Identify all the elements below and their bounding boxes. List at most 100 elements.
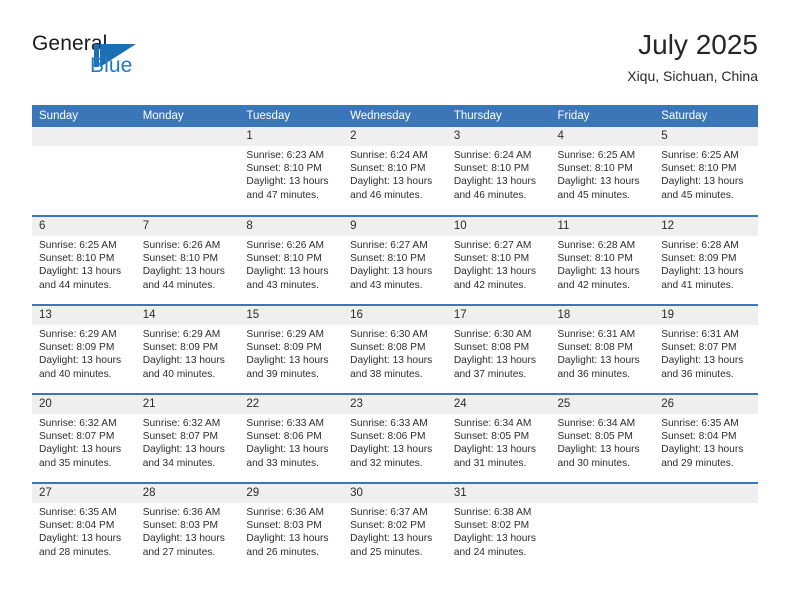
day-cell-inner: 9 Sunrise: 6:27 AM Sunset: 8:10 PM Daylight… — [343, 217, 447, 304]
day-cell-inner: 22 Sunrise: 6:33 AM Sunset: 8:06 PM Dayligh… — [239, 395, 344, 482]
sunset-text: Sunset: 8:07 PM — [142, 431, 219, 443]
calendar-day-cell[interactable]: 8 Sunrise: 6:26 AM Sunset: 8:10 PM Daylight… — [239, 215, 344, 305]
day-details: Sunrise: 6:26 AM Sunset: 8:10 PM Daylight:… — [136, 236, 240, 292]
daylight-text-line2: and 37 minutes. — [453, 368, 527, 380]
calendar-day-cell[interactable]: 10 Sunrise: 6:27 AM Sunset: 8:10 PM Dayligh… — [446, 215, 551, 305]
calendar-day-cell[interactable]: 20 Sunrise: 6:32 AM Sunset: 8:07 PM Dayligh… — [32, 393, 136, 483]
sunrise-text: Sunrise: 6:30 AM — [350, 329, 428, 340]
day-details: Sunrise: 6:24 AM Sunset: 8:10 PM Daylight:… — [447, 146, 551, 202]
day-cell-inner: 20 Sunrise: 6:32 AM Sunset: 8:07 PM Dayligh… — [32, 395, 136, 482]
day-details: Sunrise: 6:28 AM Sunset: 8:10 PM Daylight:… — [551, 236, 655, 292]
daylight-text-line1: Daylight: 13 hours — [350, 533, 433, 545]
sunrise-text: Sunrise: 6:38 AM — [453, 507, 532, 518]
sunset-text: Sunset: 8:10 PM — [142, 253, 219, 265]
calendar-day-cell[interactable]: 30 Sunrise: 6:37 AM Sunset: 8:02 PM Dayligh… — [343, 482, 447, 572]
calendar-day-cell[interactable]: 6 Sunrise: 6:25 AM Sunset: 8:10 PM Daylight… — [32, 215, 136, 305]
calendar-day-cell[interactable]: 15 Sunrise: 6:29 AM Sunset: 8:09 PM Dayligh… — [239, 304, 344, 394]
sunset-text: Sunset: 8:10 PM — [350, 163, 426, 175]
daylight-text-line2: and 26 minutes. — [246, 546, 319, 558]
day-cell-inner: 21 Sunrise: 6:32 AM Sunset: 8:07 PM Dayligh… — [135, 395, 240, 482]
day-details: Sunrise: 6:32 AM Sunset: 8:07 PM Daylight:… — [32, 414, 136, 470]
day-details: Sunrise: 6:35 AM Sunset: 8:04 PM Daylight:… — [32, 503, 136, 559]
daylight-text-line2: and 40 minutes. — [39, 368, 112, 380]
day-number: 16 — [343, 306, 447, 325]
day-details: Sunrise: 6:30 AM Sunset: 8:08 PM Daylight:… — [343, 325, 447, 381]
sunrise-text: Sunrise: 6:32 AM — [142, 418, 221, 429]
calendar-body: 1 Sunrise: 6:23 AM Sunset: 8:10 PM Daylight… — [32, 127, 758, 572]
sunset-text: Sunset: 8:08 PM — [557, 342, 633, 354]
day-details: Sunrise: 6:37 AM Sunset: 8:02 PM Daylight:… — [343, 503, 447, 559]
calendar-day-cell[interactable]: 27 Sunrise: 6:35 AM Sunset: 8:04 PM Dayligh… — [32, 482, 136, 572]
daylight-text-line1: Daylight: 13 hours — [557, 355, 640, 367]
daylight-text-line2: and 36 minutes. — [661, 368, 734, 380]
day-details: Sunrise: 6:31 AM Sunset: 8:08 PM Daylight:… — [551, 325, 655, 381]
day-details: Sunrise: 6:30 AM Sunset: 8:08 PM Daylight:… — [447, 325, 551, 381]
calendar-day-cell[interactable]: 4 Sunrise: 6:25 AM Sunset: 8:10 PM Daylight… — [550, 127, 655, 216]
weekday-header-thursday: Thursday — [446, 105, 551, 127]
calendar-day-cell[interactable]: 11 Sunrise: 6:28 AM Sunset: 8:10 PM Dayligh… — [550, 215, 655, 305]
day-details: Sunrise: 6:33 AM Sunset: 8:06 PM Daylight:… — [343, 414, 447, 470]
sunset-text: Sunset: 8:06 PM — [246, 431, 322, 443]
sunrise-text: Sunrise: 6:28 AM — [661, 240, 739, 251]
calendar-day-cell[interactable]: 25 Sunrise: 6:34 AM Sunset: 8:05 PM Dayligh… — [550, 393, 655, 483]
day-number — [135, 127, 240, 146]
calendar-day-cell[interactable]: 14 Sunrise: 6:29 AM Sunset: 8:09 PM Dayligh… — [135, 304, 240, 394]
calendar-day-cell[interactable]: 7 Sunrise: 6:26 AM Sunset: 8:10 PM Daylight… — [135, 215, 240, 305]
daylight-text-line2: and 44 minutes. — [142, 279, 216, 291]
calendar-day-cell[interactable]: 3 Sunrise: 6:24 AM Sunset: 8:10 PM Daylight… — [446, 127, 551, 216]
day-number: 25 — [550, 395, 655, 414]
day-number: 8 — [239, 217, 344, 236]
day-cell-inner — [550, 484, 655, 572]
day-number: 5 — [654, 127, 758, 146]
day-cell-inner: 31 Sunrise: 6:38 AM Sunset: 8:02 PM Dayligh… — [446, 484, 551, 572]
daylight-text-line2: and 24 minutes. — [453, 546, 527, 558]
sunset-text: Sunset: 8:02 PM — [350, 520, 426, 532]
calendar-day-cell[interactable]: 28 Sunrise: 6:36 AM Sunset: 8:03 PM Dayligh… — [135, 482, 240, 572]
daylight-text-line1: Daylight: 13 hours — [39, 533, 122, 545]
calendar-day-cell[interactable]: 18 Sunrise: 6:31 AM Sunset: 8:08 PM Dayligh… — [550, 304, 655, 394]
sunrise-text: Sunrise: 6:36 AM — [246, 507, 324, 518]
sunrise-text: Sunrise: 6:29 AM — [246, 329, 324, 340]
sunrise-text: Sunrise: 6:27 AM — [350, 240, 428, 251]
day-cell-inner: 15 Sunrise: 6:29 AM Sunset: 8:09 PM Dayligh… — [239, 306, 344, 393]
daylight-text-line2: and 43 minutes. — [350, 279, 423, 291]
daylight-text-line1: Daylight: 13 hours — [142, 444, 225, 456]
day-number — [32, 127, 136, 146]
calendar-day-cell[interactable]: 2 Sunrise: 6:24 AM Sunset: 8:10 PM Daylight… — [343, 127, 447, 216]
sunrise-text: Sunrise: 6:28 AM — [557, 240, 636, 251]
day-details: Sunrise: 6:25 AM Sunset: 8:10 PM Daylight:… — [32, 236, 136, 292]
day-number: 27 — [32, 484, 136, 503]
calendar-day-cell[interactable]: 26 Sunrise: 6:35 AM Sunset: 8:04 PM Dayligh… — [654, 393, 758, 483]
daylight-text-line1: Daylight: 13 hours — [246, 533, 329, 545]
daylight-text-line2: and 36 minutes. — [557, 368, 631, 380]
sunrise-text: Sunrise: 6:26 AM — [142, 240, 221, 251]
calendar-day-cell[interactable]: 24 Sunrise: 6:34 AM Sunset: 8:05 PM Dayligh… — [446, 393, 551, 483]
calendar-day-cell[interactable]: 19 Sunrise: 6:31 AM Sunset: 8:07 PM Dayligh… — [654, 304, 758, 394]
calendar-day-cell[interactable]: 5 Sunrise: 6:25 AM Sunset: 8:10 PM Daylight… — [654, 127, 758, 216]
day-number: 9 — [343, 217, 447, 236]
day-number: 30 — [343, 484, 447, 503]
sunset-text: Sunset: 8:06 PM — [350, 431, 426, 443]
daylight-text-line1: Daylight: 13 hours — [350, 355, 433, 367]
calendar-day-cell[interactable]: 31 Sunrise: 6:38 AM Sunset: 8:02 PM Dayligh… — [446, 482, 551, 572]
calendar-day-cell[interactable]: 1 Sunrise: 6:23 AM Sunset: 8:10 PM Daylight… — [239, 127, 344, 216]
calendar-day-cell[interactable]: 22 Sunrise: 6:33 AM Sunset: 8:06 PM Dayligh… — [239, 393, 344, 483]
calendar-day-cell[interactable]: 12 Sunrise: 6:28 AM Sunset: 8:09 PM Dayligh… — [654, 215, 758, 305]
calendar-day-cell[interactable]: 21 Sunrise: 6:32 AM Sunset: 8:07 PM Dayligh… — [135, 393, 240, 483]
calendar-day-cell[interactable]: 17 Sunrise: 6:30 AM Sunset: 8:08 PM Dayligh… — [446, 304, 551, 394]
day-number — [654, 484, 758, 503]
calendar-day-cell-empty — [32, 127, 136, 216]
sunset-text: Sunset: 8:07 PM — [39, 431, 115, 443]
sunset-text: Sunset: 8:09 PM — [39, 342, 115, 354]
day-cell-inner: 30 Sunrise: 6:37 AM Sunset: 8:02 PM Dayligh… — [343, 484, 447, 572]
calendar-day-cell[interactable]: 16 Sunrise: 6:30 AM Sunset: 8:08 PM Dayligh… — [343, 304, 447, 394]
calendar-day-cell[interactable]: 9 Sunrise: 6:27 AM Sunset: 8:10 PM Daylight… — [343, 215, 447, 305]
calendar-day-cell[interactable]: 29 Sunrise: 6:36 AM Sunset: 8:03 PM Dayligh… — [239, 482, 344, 572]
general-blue-logo[interactable]: General Blue — [32, 32, 172, 84]
title-block: July 2025 Xiqu, Sichuan, China — [627, 28, 758, 87]
day-cell-inner: 8 Sunrise: 6:26 AM Sunset: 8:10 PM Daylight… — [239, 217, 344, 304]
calendar-day-cell[interactable]: 13 Sunrise: 6:29 AM Sunset: 8:09 PM Dayligh… — [32, 304, 136, 394]
calendar-day-cell[interactable]: 23 Sunrise: 6:33 AM Sunset: 8:06 PM Dayligh… — [343, 393, 447, 483]
day-details: Sunrise: 6:32 AM Sunset: 8:07 PM Daylight:… — [136, 414, 240, 470]
day-details: Sunrise: 6:26 AM Sunset: 8:10 PM Daylight:… — [239, 236, 343, 292]
